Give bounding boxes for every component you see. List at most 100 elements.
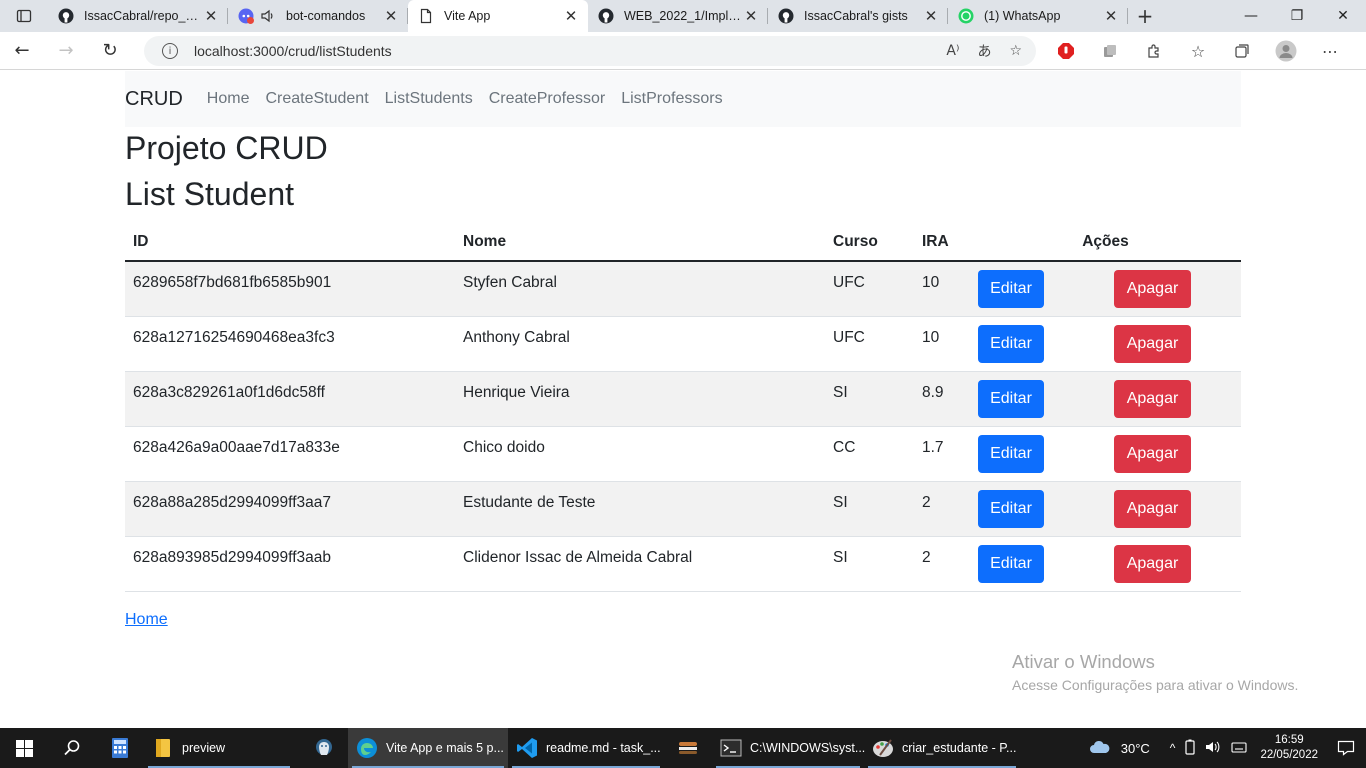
site-info-icon[interactable]: i (162, 43, 178, 59)
new-tab-button[interactable]: + (1128, 0, 1162, 32)
column-header-nome: Nome (455, 223, 825, 262)
start-button[interactable] (0, 728, 48, 768)
edit-button[interactable]: Editar (978, 544, 1044, 583)
add-favorite-icon[interactable]: ☆ (1009, 43, 1022, 59)
cell-edit: Editar (970, 426, 1106, 482)
taskbar-app-preview[interactable]: preview (144, 728, 294, 768)
speaker-icon[interactable] (260, 8, 276, 24)
nav-link-home[interactable]: Home (207, 90, 250, 108)
cell-edit: Editar (970, 316, 1106, 372)
adblock-extension-icon[interactable] (1044, 42, 1088, 60)
url-text[interactable]: localhost:3000/crud/listStudents (194, 43, 392, 59)
edit-button[interactable]: Editar (978, 434, 1044, 473)
collections-icon[interactable] (1220, 43, 1264, 59)
taskbar-app-misc[interactable] (664, 728, 712, 768)
battery-icon[interactable] (1180, 739, 1200, 758)
tab-close-icon[interactable]: ✕ (562, 7, 580, 25)
column-header-ira: IRA (914, 223, 970, 262)
delete-button[interactable]: Apagar (1114, 379, 1191, 418)
delete-button[interactable]: Apagar (1114, 544, 1191, 583)
address-bar[interactable]: i localhost:3000/crud/listStudents A⁾ あ … (144, 36, 1036, 66)
cell-delete: Apagar (1106, 426, 1241, 482)
tray-chevron-up-icon[interactable]: ^ (1165, 741, 1181, 755)
close-window-button[interactable]: ✕ (1320, 0, 1366, 32)
pgadmin-app[interactable] (300, 728, 348, 768)
taskbar-app-label: C:\WINDOWS\syst... (750, 741, 866, 755)
minimize-button[interactable]: — (1228, 0, 1274, 32)
navbar-brand[interactable]: CRUD (125, 88, 183, 111)
cell-delete: Apagar (1106, 261, 1241, 317)
keyboard-language-icon[interactable] (1226, 740, 1252, 757)
table-row: 628a12716254690468ea3fc3 Anthony Cabral … (125, 316, 1241, 372)
cell-nome: Clidenor Issac de Almeida Cabral (455, 536, 825, 592)
tab-gists[interactable]: IssacCabral's gists ✕ (768, 0, 948, 32)
tab-web-2022[interactable]: WEB_2022_1/Impleme ✕ (588, 0, 768, 32)
edit-button[interactable]: Editar (978, 379, 1044, 418)
tab-repo-clone[interactable]: IssacCabral/repo_clone ✕ (48, 0, 228, 32)
watermark-subtitle: Acesse Configurações para ativar o Windo… (1012, 677, 1299, 693)
weather-temperature[interactable]: 30°C (1116, 741, 1155, 756)
cell-curso: UFC (825, 316, 914, 372)
cell-id: 628a12716254690468ea3fc3 (125, 316, 455, 372)
refresh-button[interactable]: ↻ (88, 32, 132, 70)
folder-icon (152, 737, 174, 759)
taskbar-app-terminal[interactable]: C:\WINDOWS\syst... (712, 728, 866, 768)
calculator-app[interactable] (96, 728, 144, 768)
volume-icon[interactable] (1200, 740, 1226, 757)
read-aloud-icon[interactable]: A⁾ (946, 43, 959, 59)
delete-button[interactable]: Apagar (1114, 489, 1191, 528)
collections-extension-icon[interactable] (1088, 43, 1132, 59)
edit-button[interactable]: Editar (978, 324, 1044, 363)
cell-edit: Editar (970, 261, 1106, 317)
cell-curso: UFC (825, 261, 914, 317)
cell-delete: Apagar (1106, 536, 1241, 592)
nav-link-list-professors[interactable]: ListProfessors (621, 90, 722, 108)
taskbar-app-vscode[interactable]: readme.md - task_... (508, 728, 664, 768)
extensions-icon[interactable] (1132, 43, 1176, 59)
table-row: 628a3c829261a0f1d6dc58ff Henrique Vieira… (125, 371, 1241, 427)
footer-home-link[interactable]: Home (125, 611, 168, 629)
profile-avatar[interactable] (1264, 40, 1308, 62)
windows-taskbar: preview Vite App e mais 5 p... readme.md… (0, 728, 1366, 768)
vscode-icon (516, 737, 538, 759)
table-row: 6289658f7bd681fb6585b901 Styfen Cabral U… (125, 261, 1241, 317)
tab-close-icon[interactable]: ✕ (922, 7, 940, 25)
search-button[interactable] (48, 728, 96, 768)
tab-title: IssacCabral's gists (804, 9, 908, 23)
system-clock[interactable]: 16:59 22/05/2022 (1252, 733, 1326, 763)
taskbar-app-paint[interactable]: criar_estudante - P... (864, 728, 1020, 768)
tab-whatsapp[interactable]: (1) WhatsApp ✕ (948, 0, 1128, 32)
cell-curso: SI (825, 371, 914, 427)
favorites-icon[interactable]: ☆ (1176, 42, 1220, 61)
delete-button[interactable]: Apagar (1114, 434, 1191, 473)
table-header-row: ID Nome Curso IRA Ações (125, 223, 1241, 262)
browser-toolbar: ← → ↻ i localhost:3000/crud/listStudents… (0, 32, 1366, 70)
translate-icon[interactable]: あ (977, 41, 991, 61)
tab-close-icon[interactable]: ✕ (1102, 7, 1120, 25)
edit-button[interactable]: Editar (978, 489, 1044, 528)
nav-link-create-student[interactable]: CreateStudent (265, 90, 368, 108)
delete-button[interactable]: Apagar (1114, 269, 1191, 308)
address-bar-actions: A⁾ あ ☆ (946, 36, 1022, 66)
windows-activation-watermark: Ativar o Windows Acesse Configurações pa… (1012, 651, 1298, 693)
weather-icon[interactable] (1084, 740, 1116, 757)
taskbar-app-edge[interactable]: Vite App e mais 5 p... (348, 728, 508, 768)
nav-link-list-students[interactable]: ListStudents (385, 90, 473, 108)
tab-close-icon[interactable]: ✕ (742, 7, 760, 25)
tab-bot-comandos[interactable]: bot-comandos ✕ (228, 0, 408, 32)
notification-center-button[interactable] (1326, 740, 1366, 756)
tab-close-icon[interactable]: ✕ (202, 7, 220, 25)
cell-nome: Anthony Cabral (455, 316, 825, 372)
whatsapp-icon (958, 8, 974, 24)
tab-actions-button[interactable] (0, 0, 48, 32)
back-button[interactable]: ← (0, 32, 44, 70)
calculator-icon (112, 738, 128, 758)
forward-button[interactable]: → (44, 32, 88, 70)
nav-link-create-professor[interactable]: CreateProfessor (489, 90, 606, 108)
tab-vite-app[interactable]: Vite App ✕ (408, 0, 588, 32)
tab-close-icon[interactable]: ✕ (382, 7, 400, 25)
edit-button[interactable]: Editar (978, 269, 1044, 308)
more-menu-icon[interactable]: ⋯ (1308, 42, 1352, 61)
maximize-button[interactable]: ❐ (1274, 0, 1320, 32)
delete-button[interactable]: Apagar (1114, 324, 1191, 363)
